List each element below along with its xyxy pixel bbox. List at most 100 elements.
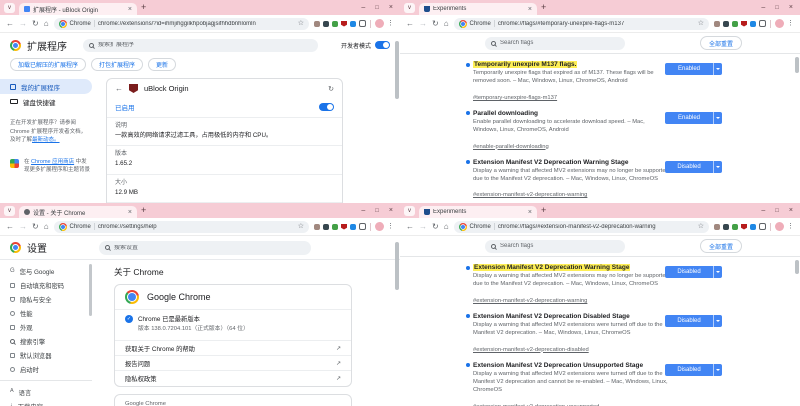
sidebar-item-search-engine[interactable]: 搜索引擎 [0,334,92,348]
scrollbar[interactable] [395,41,399,99]
reload-icon[interactable] [432,20,439,28]
flag-anchor-link[interactable]: #temporary-unexpire-flags-m137 [473,95,557,101]
extensions-puzzle-icon[interactable] [759,223,766,230]
sidebar-item-autofill[interactable]: 自动填充和密码 [0,278,92,292]
flags-search[interactable] [485,36,625,50]
reload-icon[interactable] [32,223,39,231]
extension-icon-2[interactable] [723,20,729,27]
sidebar-item-my-extensions[interactable]: 我的扩展程序 [0,79,92,94]
flag-anchor-link[interactable]: #enable-parallel-downloading [473,144,549,150]
web-store-link[interactable]: Chrome 应用商店 [31,159,74,165]
ublock-shield-icon[interactable] [341,20,347,27]
reload-icon[interactable] [32,20,39,28]
extension-icon-3[interactable] [732,20,738,27]
close-icon[interactable] [389,4,393,11]
close-icon[interactable] [789,4,793,11]
tab-strip-search-icon[interactable] [4,205,15,216]
scrollbar[interactable] [795,260,799,274]
maximize-icon[interactable] [775,4,779,11]
extension-icon-1[interactable] [714,20,720,27]
flag-state-dropdown[interactable]: Enabled [665,63,722,75]
close-icon[interactable] [389,207,393,214]
flag-anchor-link[interactable]: #extension-manifest-v2-deprecation-disab… [473,347,589,353]
minimize-icon[interactable] [761,207,765,214]
sidebar-scrollbar[interactable] [89,264,92,316]
flag-anchor-link[interactable]: #extension-manifest-v2-deprecation-warni… [473,192,587,198]
extensions-puzzle-icon[interactable] [759,20,766,27]
reload-icon[interactable] [432,223,439,231]
browser-tab[interactable]: Experiments [419,206,537,218]
settings-search[interactable] [99,240,311,255]
profile-avatar[interactable] [775,222,784,231]
new-tab-button[interactable] [541,3,546,12]
sidebar-item-on-startup[interactable]: 启动时 [0,362,92,376]
flag-anchor-link[interactable]: #extension-manifest-v2-deprecation-warni… [473,298,587,304]
extension-icon-4[interactable] [750,20,756,27]
address-bar[interactable]: Chrome chrome://flags/#extension-manifes… [453,220,709,233]
whats-new-link[interactable]: 最新动态。 [32,137,60,143]
pack-extension-button[interactable]: 打包扩展程序 [91,58,144,71]
sidebar-item-you-and-google[interactable]: G 您与 Google [0,264,92,278]
scrollbar[interactable] [395,242,399,290]
extension-icon-1[interactable] [314,20,320,27]
extension-icon-3[interactable] [332,20,338,27]
flag-state-dropdown[interactable]: Enabled [665,111,722,124]
flag-state-dropdown[interactable]: Disabled [665,160,722,173]
close-icon[interactable] [789,207,793,214]
extension-icon-3[interactable] [732,223,738,230]
extension-icon-2[interactable] [323,223,329,230]
developer-mode-toggle[interactable] [375,41,390,49]
scrollbar[interactable] [795,57,799,73]
report-issue-row[interactable]: 报告问题 [115,356,351,372]
maximize-icon[interactable] [375,207,379,214]
menu-kebab-icon[interactable] [387,223,394,230]
reset-all-button[interactable]: 全部重置 [699,36,742,50]
sidebar-item-performance[interactable]: 性能 [0,306,92,320]
flag-state-dropdown[interactable]: Disabled [665,363,722,376]
new-tab-button[interactable] [541,206,546,215]
reload-extension-icon[interactable] [328,85,334,93]
sidebar-item-shortcuts[interactable]: 键盘快捷键 [0,94,100,109]
extension-icon-2[interactable] [723,223,729,230]
home-icon[interactable] [44,223,49,231]
tab-close-icon[interactable] [528,209,532,216]
help-link-row[interactable]: 获取关于 Chrome 的帮助 [115,341,351,357]
reset-all-button[interactable]: 全部重置 [699,239,742,253]
extensions-search[interactable] [83,38,318,52]
browser-tab[interactable]: 设置 - 关于 Chrome [19,206,137,218]
profile-avatar[interactable] [375,19,384,28]
tab-close-icon[interactable] [528,6,532,13]
minimize-icon[interactable] [361,207,365,214]
home-icon[interactable] [44,20,49,28]
profile-avatar[interactable] [375,222,384,231]
privacy-policy-row[interactable]: 隐私权政策 [115,371,351,386]
extension-icon-2[interactable] [323,20,329,27]
extension-enabled-toggle[interactable] [319,103,334,111]
sidebar-item-default-browser[interactable]: 默认浏览器 [0,348,92,362]
tab-strip-search-icon[interactable] [404,2,415,13]
search-flags-input[interactable] [500,243,619,249]
browser-tab[interactable]: 扩展程序 - uBlock Origin [19,3,137,15]
forward-icon[interactable] [419,223,427,231]
update-button[interactable]: 更新 [148,58,177,71]
load-unpacked-button[interactable]: 加载已解压的扩展程序 [10,58,87,71]
flag-state-dropdown[interactable]: Disabled [665,314,722,327]
new-tab-button[interactable] [141,3,146,12]
bookmark-star-icon[interactable] [698,20,704,27]
ublock-shield-icon[interactable] [741,20,747,27]
search-settings-input[interactable] [114,244,305,251]
flags-search[interactable] [485,239,625,253]
back-arrow-icon[interactable] [115,84,123,93]
tab-close-icon[interactable] [128,209,132,216]
forward-icon[interactable] [19,20,27,28]
bookmark-star-icon[interactable] [298,223,304,230]
back-icon[interactable] [6,223,14,231]
forward-icon[interactable] [419,20,427,28]
extension-icon-4[interactable] [350,223,356,230]
extension-icon-1[interactable] [314,223,320,230]
bookmark-star-icon[interactable] [298,20,304,27]
sidebar-item-appearance[interactable]: 外观 [0,320,92,334]
bookmark-star-icon[interactable] [698,223,704,230]
tab-strip-search-icon[interactable] [4,2,15,13]
menu-kebab-icon[interactable] [787,20,794,27]
